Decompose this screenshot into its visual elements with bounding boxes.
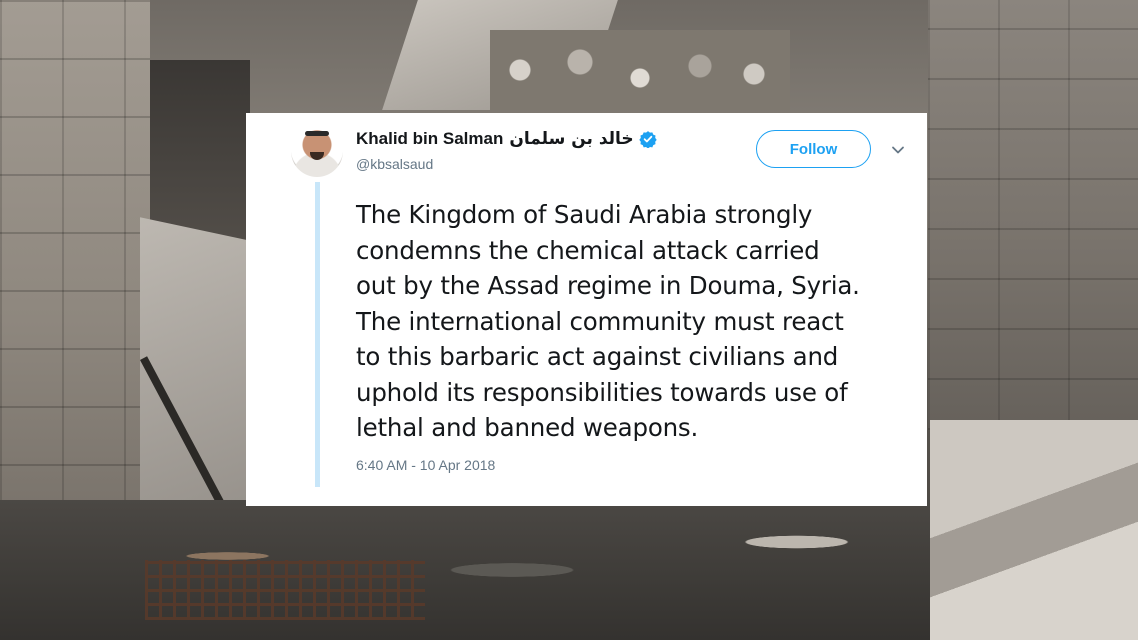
background-photo: Khalid bin Salman خالد بن سلمان @kbsalsa… xyxy=(0,0,1138,640)
tweet-text-line: uphold its responsibilities towards use … xyxy=(356,377,848,407)
follow-button[interactable]: Follow xyxy=(756,130,871,168)
tweet-timestamp[interactable]: 6:40 AM - 10 Apr 2018 xyxy=(356,457,495,473)
tweet-text-line: The international community must react xyxy=(356,306,844,336)
author-handle[interactable]: @kbsalsaud xyxy=(356,156,433,172)
tweet-text-line: condemns the chemical attack carried xyxy=(356,235,820,265)
rubble-wall-right xyxy=(928,0,1138,430)
rubble-blocks-right xyxy=(930,420,1138,640)
tweet-text: The Kingdom of Saudi Arabia strongly con… xyxy=(356,197,916,446)
author-display-name-arabic[interactable]: خالد بن سلمان xyxy=(509,129,633,149)
rubble-debris-top xyxy=(490,30,790,110)
avatar-headband xyxy=(305,131,329,136)
tweet-text-line: The Kingdom of Saudi Arabia strongly xyxy=(356,200,813,229)
tweet-card: Khalid bin Salman خالد بن سلمان @kbsalsa… xyxy=(246,113,927,506)
verified-badge-icon xyxy=(638,131,657,148)
tweet-text-line: to this barbaric act against civilians a… xyxy=(356,342,839,371)
author-name-row[interactable]: Khalid bin Salman خالد بن سلمان xyxy=(356,129,657,149)
avatar-beard xyxy=(310,152,324,160)
chevron-down-icon[interactable] xyxy=(891,143,905,157)
tweet-text-line: out by the Assad regime in Douma, Syria. xyxy=(356,271,860,300)
thread-line xyxy=(315,182,320,487)
avatar[interactable] xyxy=(291,125,343,177)
rubble-grate xyxy=(145,560,425,620)
author-display-name[interactable]: Khalid bin Salman xyxy=(356,129,503,149)
tweet-text-line: lethal and banned weapons. xyxy=(356,413,699,442)
